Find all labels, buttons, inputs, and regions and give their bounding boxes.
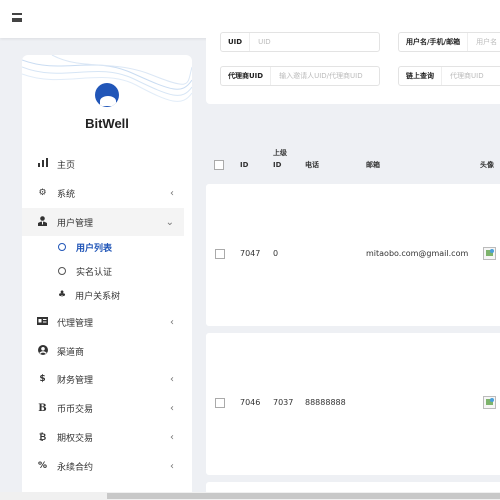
sidebar-item-system[interactable]: ⚙ 系统 ‹ (22, 179, 184, 207)
horizontal-scrollbar[interactable] (0, 492, 500, 500)
sidebar-item-channel[interactable]: 渠道商 (22, 337, 184, 365)
row-id: 7047 (240, 249, 261, 258)
select-all-checkbox[interactable] (214, 160, 224, 170)
sidebar-subitem-user-tree[interactable]: ♣ 用户关系树 (58, 284, 120, 306)
row-email: mitaobo.com@gmail.com (366, 249, 469, 258)
row-id: 7046 (240, 398, 261, 407)
bar-chart-icon (36, 158, 49, 170)
circle-icon (58, 267, 66, 275)
sidebar-item-label: 系统 (57, 189, 76, 200)
sidebar-subitem-label: 实名认证 (76, 267, 113, 278)
chevron-left-icon: ‹ (170, 187, 174, 199)
agent-uid-label: 代理商UID (228, 72, 264, 80)
sidebar-item-home[interactable]: 主页 (22, 150, 184, 178)
column-header-parent[interactable]: 上级 (273, 148, 287, 158)
bitcoin-icon: ₿ (38, 432, 47, 443)
uid-label: UID (228, 38, 243, 46)
sidebar-item-label: 渠道商 (57, 347, 85, 358)
sidebar-subitem-real-name-auth[interactable]: 实名认证 (58, 260, 112, 282)
sidebar-item-user-management[interactable]: 用户管理 ⌄ (22, 208, 184, 236)
column-header-email[interactable]: 邮箱 (366, 160, 380, 170)
bitwell-logo-icon (95, 83, 119, 107)
chain-query-field[interactable]: 链上查询 代理商UID (398, 66, 500, 86)
chain-query-input[interactable]: 代理商UID (441, 67, 484, 85)
chevron-left-icon: ‹ (170, 402, 174, 414)
column-header-phone[interactable]: 电话 (305, 160, 319, 170)
sidebar-subitem-label: 用户关系树 (75, 291, 121, 302)
gear-icon: ⚙ (38, 188, 47, 198)
table-row: 7046 7037 88888888 (206, 333, 500, 475)
username-label: 用户名/手机/邮箱 (406, 38, 461, 46)
circle-icon (58, 243, 66, 251)
chevron-down-icon: ⌄ (165, 216, 174, 228)
user-tie-icon (36, 215, 49, 229)
sidebar-item-options-trading[interactable]: ₿ 期权交易 ‹ (22, 423, 184, 451)
chevron-left-icon: ‹ (170, 316, 174, 328)
username-field[interactable]: 用户名/手机/邮箱 用户名 (398, 32, 500, 52)
uid-input[interactable]: UID (249, 33, 271, 51)
row-parent-id: 7037 (273, 398, 294, 407)
sidebar-item-label: 用户管理 (57, 218, 94, 229)
sidebar-item-label: 财务管理 (57, 375, 94, 386)
uid-field[interactable]: UID UID (220, 32, 380, 52)
sidebar-subitem-label: 用户列表 (76, 243, 113, 254)
chain-query-label: 链上查询 (406, 72, 434, 80)
sidebar-item-spot-trading[interactable]: B 币币交易 ‹ (22, 394, 184, 422)
scrollbar-thumb[interactable] (107, 493, 500, 499)
brand-name: BitWell (85, 116, 129, 131)
sidebar-item-label: 主页 (57, 160, 76, 171)
chevron-left-icon: ‹ (170, 431, 174, 443)
id-card-icon (36, 316, 49, 328)
tree-icon: ♣ (58, 290, 67, 300)
agent-uid-field[interactable]: 代理商UID 输入邀请人UID/代理商UID (220, 66, 380, 86)
username-input[interactable]: 用户名 (467, 33, 497, 51)
avatar (483, 396, 496, 409)
chevron-left-icon: ‹ (170, 460, 174, 472)
bitcoin-b-icon: B (38, 402, 47, 414)
sidebar-item-agent-management[interactable]: 代理管理 ‹ (22, 308, 184, 336)
user-circle-icon (36, 344, 49, 358)
sidebar: BitWell 主页 ⚙ 系统 ‹ 用户管理 ⌄ 用户列表 实名认证 ♣ 用户关… (22, 55, 192, 495)
avatar (483, 247, 496, 260)
sidebar-item-label: 代理管理 (57, 318, 94, 329)
percent-icon: % (37, 461, 48, 471)
row-checkbox[interactable] (215, 249, 225, 259)
sidebar-item-label: 期权交易 (57, 433, 94, 444)
sidebar-item-label: 永续合约 (57, 462, 94, 473)
chevron-left-icon: ‹ (170, 373, 174, 385)
column-header-avatar[interactable]: 头像 (480, 160, 494, 170)
column-header-parent-id[interactable]: ID (273, 160, 281, 170)
table-row: 7047 0 mitaobo.com@gmail.com (206, 184, 500, 326)
column-header-id[interactable]: ID (240, 160, 248, 170)
agent-uid-input[interactable]: 输入邀请人UID/代理商UID (270, 67, 363, 85)
sidebar-item-label: 币币交易 (57, 404, 94, 415)
row-parent-id: 0 (273, 249, 279, 258)
sidebar-item-perpetual-contract[interactable]: % 永续合约 ‹ (22, 452, 184, 480)
row-phone: 88888888 (305, 398, 346, 407)
sidebar-subitem-user-list[interactable]: 用户列表 (58, 236, 112, 258)
dollar-icon: $ (39, 374, 46, 384)
hamburger-icon[interactable] (12, 13, 22, 22)
sidebar-item-finance[interactable]: $ 财务管理 ‹ (22, 365, 184, 393)
row-checkbox[interactable] (215, 398, 225, 408)
filter-panel: UID UID 用户名/手机/邮箱 用户名 代理商UID 输入邀请人UID/代理… (206, 26, 500, 104)
